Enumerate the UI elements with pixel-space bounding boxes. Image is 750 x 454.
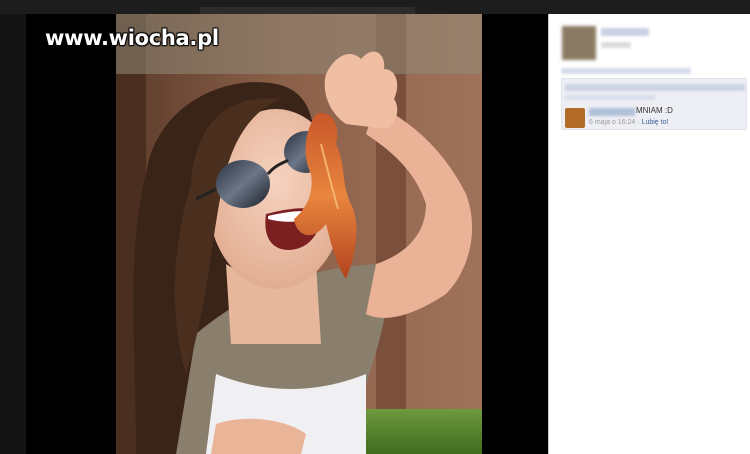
top-bar bbox=[0, 0, 750, 14]
photo-image-icon bbox=[116, 14, 482, 454]
blurred-tab bbox=[200, 7, 415, 14]
commenter-name-blurred[interactable] bbox=[589, 108, 635, 116]
comments-panel: MNIAM :D 6 maja o 16:24 · Lubię to! bbox=[548, 14, 750, 454]
author-name-blurred[interactable] bbox=[601, 28, 649, 36]
like-link[interactable]: Lubię to! bbox=[642, 119, 669, 126]
photo-stage: www.wiocha.pl bbox=[26, 14, 548, 454]
comment-box: MNIAM :D 6 maja o 16:24 · Lubię to! bbox=[561, 78, 747, 130]
comment-text: MNIAM :D bbox=[636, 106, 673, 115]
likes-blurred[interactable] bbox=[565, 84, 745, 91]
actions-blurred[interactable] bbox=[561, 68, 691, 74]
author-avatar[interactable] bbox=[562, 26, 596, 60]
likes-blurred-2 bbox=[565, 95, 655, 100]
comment-meta: 6 maja o 16:24 · Lubię to! bbox=[589, 119, 668, 126]
author-meta-blurred bbox=[601, 42, 631, 48]
watermark: www.wiocha.pl bbox=[45, 26, 219, 50]
comment-timestamp: 6 maja o 16:24 bbox=[589, 119, 636, 126]
left-gutter bbox=[0, 14, 26, 454]
photo[interactable] bbox=[116, 14, 482, 454]
commenter-avatar[interactable] bbox=[565, 108, 585, 128]
meta-separator: · bbox=[637, 119, 640, 126]
